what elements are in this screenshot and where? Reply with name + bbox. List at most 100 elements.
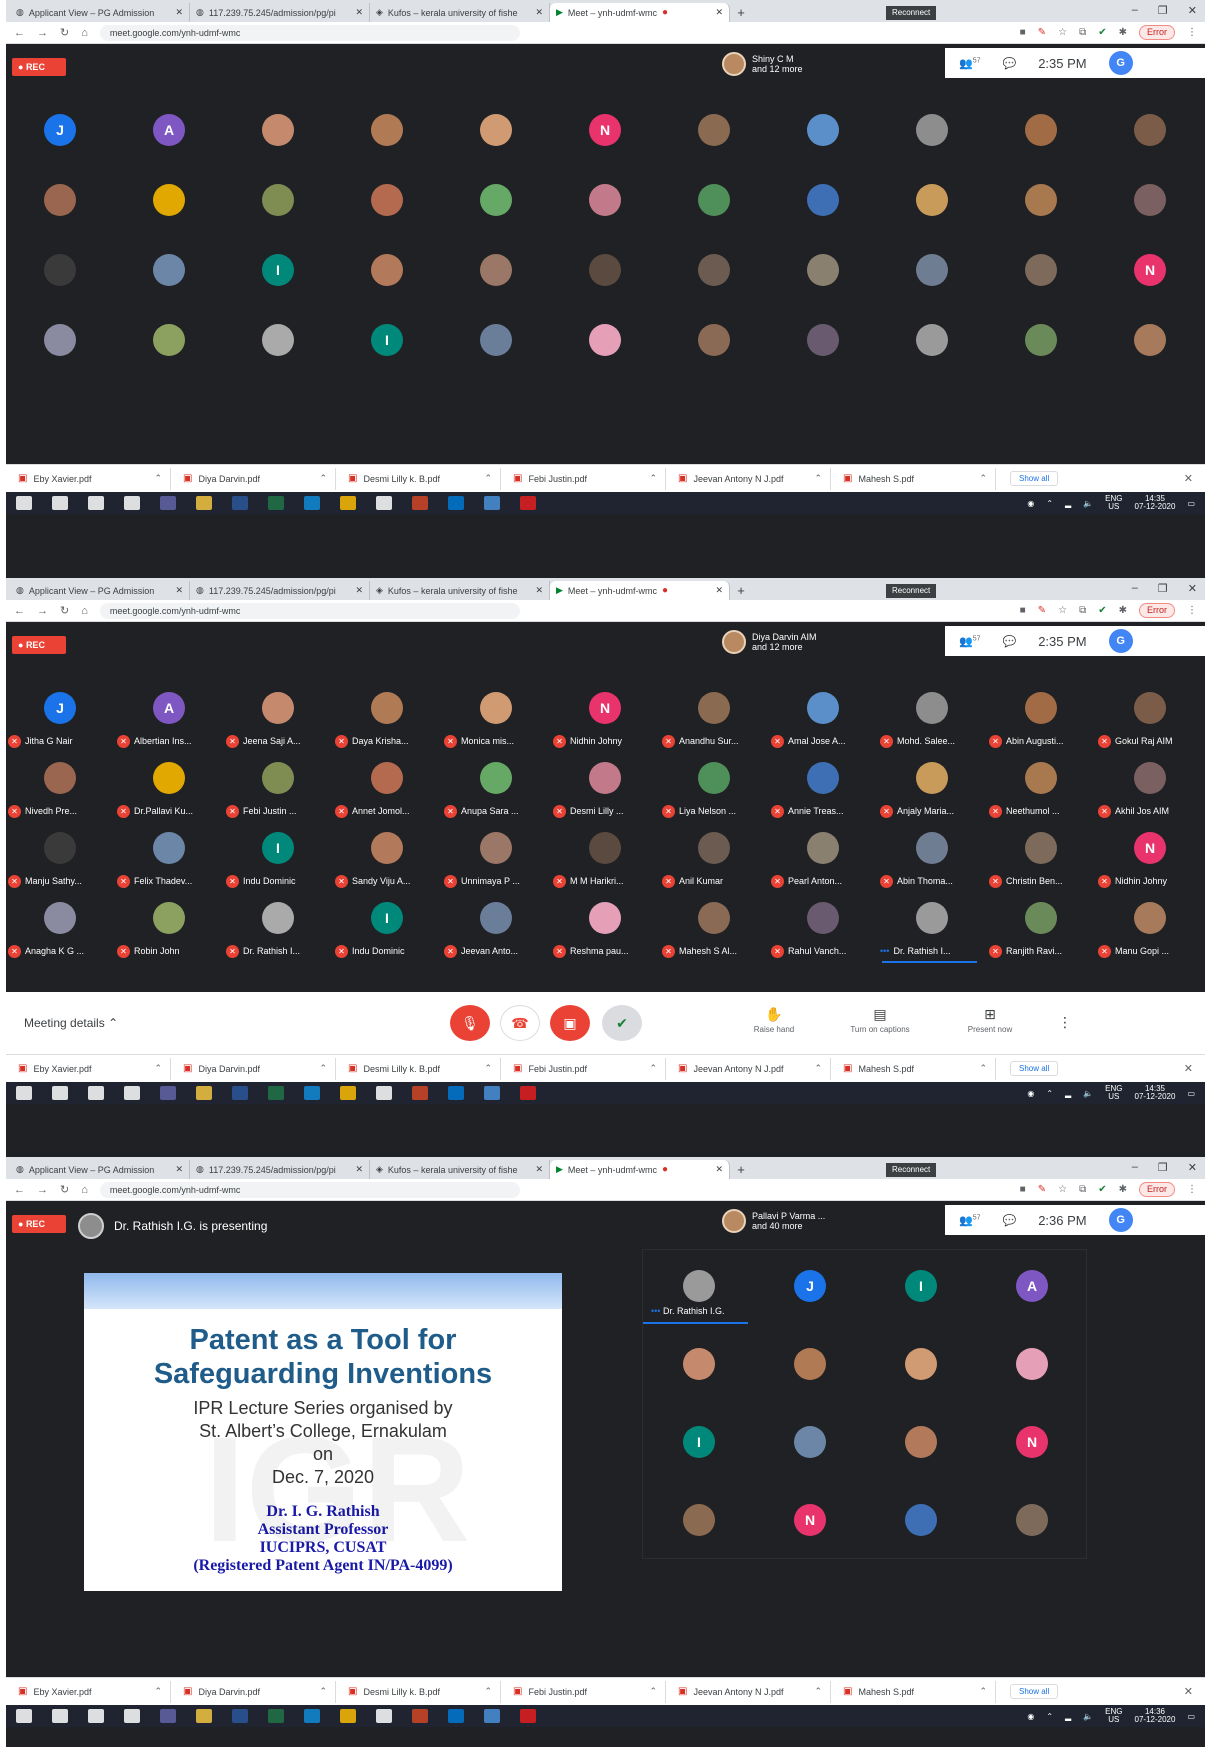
participant-tile[interactable]: ✕ Annie Treas... — [769, 754, 878, 824]
close-window-button[interactable]: ✕ — [1188, 4, 1197, 17]
close-window-button[interactable]: ✕ — [1188, 582, 1197, 595]
download-item[interactable]: ▣ Diya Darvin.pdf ⌃ — [171, 467, 336, 490]
participant-tile[interactable]: ✕ Abin Thoma... — [878, 824, 987, 894]
taskbar-clock[interactable]: 14:35 07-12-2020 — [1135, 1085, 1176, 1101]
participant-tile[interactable] — [660, 316, 769, 386]
taskbar-clock[interactable]: 14:35 07-12-2020 — [1135, 495, 1176, 511]
reload-icon[interactable]: ↻ — [60, 1183, 69, 1196]
participant-tile[interactable]: N — [976, 1406, 1087, 1484]
participant-tile[interactable] — [551, 176, 660, 246]
chrome-tray-icon[interactable]: ◉ — [1027, 1712, 1034, 1721]
close-tab-icon[interactable]: ✕ — [715, 1164, 723, 1175]
close-tab-icon[interactable]: ✕ — [175, 585, 183, 596]
search-icon[interactable] — [52, 1086, 68, 1100]
participant-tile[interactable] — [551, 246, 660, 316]
notification-icon[interactable]: ▭ — [1187, 1089, 1195, 1098]
home-icon[interactable]: ⌂ — [81, 1184, 88, 1196]
close-tab-icon[interactable]: ✕ — [355, 585, 363, 596]
leave-call-button[interactable]: ☎ — [500, 1005, 540, 1041]
participant-tile[interactable]: ✕ Pearl Anton... — [769, 824, 878, 894]
browser-tab[interactable]: ◍ 117.239.75.245/admission/pg/pi ✕ — [190, 3, 370, 22]
windows-start-icon[interactable] — [16, 1086, 32, 1100]
participant-tile[interactable]: ✕ Anagha K G ... — [6, 894, 115, 964]
download-item[interactable]: ▣ Jeevan Antony N J.pdf ⌃ — [666, 467, 831, 490]
participant-tile[interactable] — [333, 106, 442, 176]
chevron-up-icon[interactable]: ⌃ — [649, 1686, 657, 1697]
participant-tile[interactable]: ✕ Sandy Viju A... — [333, 824, 442, 894]
participant-tile[interactable]: I — [643, 1406, 754, 1484]
download-item[interactable]: ▣ Desmi Lilly k. B.pdf ⌃ — [336, 1057, 501, 1080]
raise-hand-button[interactable]: ✋ Raise hand — [734, 1006, 814, 1034]
browser-tab[interactable]: ◈ Kufos – kerala university of fishe ✕ — [370, 581, 550, 600]
chrome-icon[interactable] — [340, 496, 356, 510]
url-field[interactable]: meet.google.com/ynh-udmf-wmc — [99, 602, 520, 619]
participant-tile[interactable] — [769, 246, 878, 316]
task-view-icon[interactable] — [124, 1709, 140, 1723]
download-item[interactable]: ▣ Mahesh S.pdf ⌃ — [831, 1680, 996, 1703]
participant-tile[interactable]: ✕ Jeevan Anto... — [442, 894, 551, 964]
participant-tile[interactable] — [976, 1484, 1087, 1562]
menu-icon[interactable]: ⋮ — [1187, 605, 1197, 616]
close-tab-icon[interactable]: ✕ — [715, 7, 723, 18]
participant-tile[interactable] — [115, 316, 224, 386]
participant-tile[interactable]: ✕ Febi Justin ... — [224, 754, 333, 824]
new-tab-button[interactable]: + — [730, 1160, 752, 1179]
participant-tile[interactable]: ✕ Unnimaya P ... — [442, 824, 551, 894]
participant-tile[interactable] — [769, 316, 878, 386]
download-item[interactable]: ▣ Eby Xavier.pdf ⌃ — [6, 1680, 171, 1703]
file-explorer-icon[interactable] — [196, 1709, 212, 1723]
volume-icon[interactable]: 🔈 — [1083, 1089, 1093, 1098]
chevron-up-icon[interactable]: ⌃ — [814, 1686, 822, 1697]
reload-icon[interactable]: ↻ — [60, 26, 69, 39]
download-item[interactable]: ▣ Eby Xavier.pdf ⌃ — [6, 467, 171, 490]
participant-tile[interactable] — [878, 106, 987, 176]
close-tab-icon[interactable]: ✕ — [535, 7, 543, 18]
participant-tile[interactable] — [224, 106, 333, 176]
word-icon[interactable] — [232, 496, 248, 510]
participant-tile[interactable]: ✕ Christin Ben... — [987, 824, 1096, 894]
participant-tile[interactable]: N ✕ Nidhin Johny — [551, 684, 660, 754]
camera-off-button[interactable]: ▣ — [550, 1005, 590, 1041]
participant-tile[interactable] — [1096, 176, 1205, 246]
acrobat-icon[interactable] — [520, 496, 536, 510]
maximize-button[interactable]: ❐ — [1158, 4, 1168, 17]
participant-tile[interactable] — [660, 246, 769, 316]
file-explorer-icon[interactable] — [196, 496, 212, 510]
chevron-up-icon[interactable]: ⌃ — [154, 473, 162, 484]
extension-icon[interactable]: ⧉ — [1079, 27, 1086, 38]
participant-tile[interactable] — [333, 176, 442, 246]
participant-tile[interactable]: ✕ Gokul Raj AIM — [1096, 684, 1205, 754]
participant-tile[interactable] — [224, 316, 333, 386]
forward-icon[interactable]: → — [37, 605, 48, 617]
camera-icon[interactable]: ■ — [1020, 27, 1026, 38]
participant-tile[interactable] — [660, 176, 769, 246]
reload-icon[interactable]: ↻ — [60, 604, 69, 617]
chat-icon[interactable]: 💬 — [1003, 1214, 1017, 1227]
cortana-icon[interactable] — [88, 1709, 104, 1723]
teams-icon[interactable] — [160, 1086, 176, 1100]
new-tab-button[interactable]: + — [730, 581, 752, 600]
store-icon[interactable] — [484, 496, 500, 510]
word-icon[interactable] — [232, 1086, 248, 1100]
chat-icon[interactable]: 💬 — [1003, 57, 1017, 70]
task-view-icon[interactable] — [124, 1086, 140, 1100]
participant-tile[interactable]: J ✕ Jitha G Nair — [6, 684, 115, 754]
chevron-up-icon[interactable]: ⌃ — [814, 1063, 822, 1074]
participant-tile[interactable]: I — [224, 246, 333, 316]
participant-tile[interactable]: A — [976, 1250, 1087, 1328]
participant-tile[interactable]: I ✕ Indu Dominic — [333, 894, 442, 964]
chevron-up-icon[interactable]: ⌃ — [154, 1063, 162, 1074]
participant-tile[interactable]: ✕ Liya Nelson ... — [660, 754, 769, 824]
minimize-button[interactable]: – — [1132, 4, 1138, 17]
participant-tile[interactable] — [6, 316, 115, 386]
participant-tile[interactable]: N — [551, 106, 660, 176]
people-icon[interactable]: 👥57 — [959, 57, 981, 70]
download-item[interactable]: ▣ Febi Justin.pdf ⌃ — [501, 1680, 666, 1703]
star-icon[interactable]: ☆ — [1058, 1184, 1067, 1195]
back-icon[interactable]: ← — [14, 605, 25, 617]
chrome-icon[interactable] — [340, 1709, 356, 1723]
close-tab-icon[interactable]: ✕ — [355, 1164, 363, 1175]
more-options-icon[interactable]: ⋮ — [1058, 1014, 1072, 1031]
close-tab-icon[interactable]: ✕ — [535, 585, 543, 596]
participant-tile[interactable]: ✕ Abin Augusti... — [987, 684, 1096, 754]
